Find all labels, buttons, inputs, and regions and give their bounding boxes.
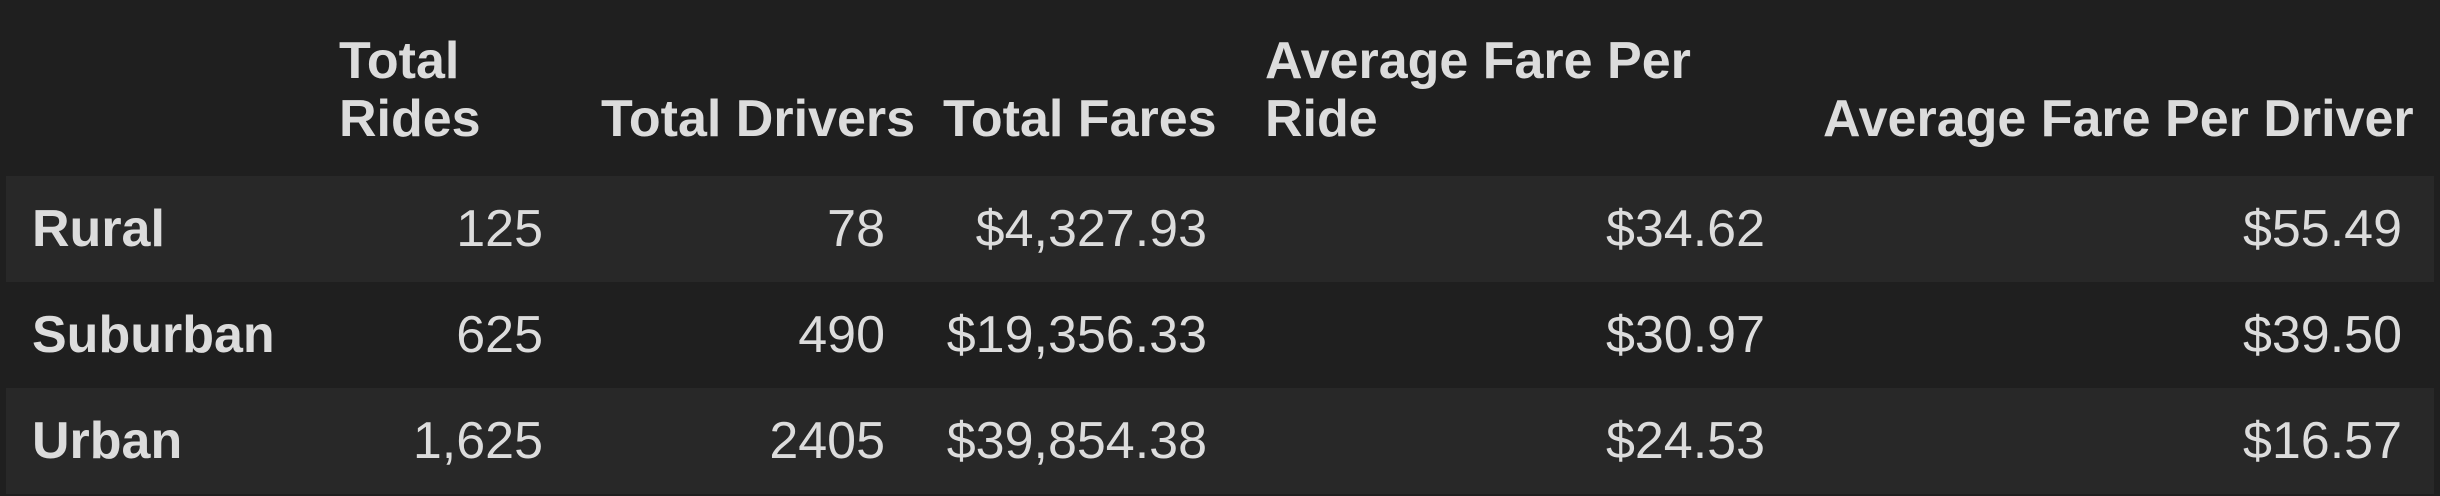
column-header-average-fare-per-ride: Average Fare Per Ride xyxy=(1265,32,1691,148)
column-header-total-fares: Total Fares xyxy=(943,90,1217,148)
cell-total-rides: 1,625 xyxy=(412,412,543,470)
index-header xyxy=(6,6,333,176)
summary-table: Total Rides Total Drivers Total Fares Av… xyxy=(6,6,2434,494)
cell-average-fare-per-ride: $24.53 xyxy=(1605,412,1765,470)
cell-total-fares: $19,356.33 xyxy=(946,306,1207,364)
table-header: Total Rides Total Drivers Total Fares Av… xyxy=(6,6,2434,176)
row-label: Rural xyxy=(32,200,165,258)
cell-total-rides: 125 xyxy=(456,200,543,258)
cell-total-fares: $39,854.38 xyxy=(946,412,1207,470)
column-header-total-rides: Total Rides xyxy=(339,32,481,148)
cell-total-rides: 625 xyxy=(456,306,543,364)
cell-total-drivers: 2405 xyxy=(769,412,885,470)
cell-average-fare-per-driver: $39.50 xyxy=(2242,306,2402,364)
column-header-total-drivers: Total Drivers xyxy=(601,90,916,148)
table-body: Rural 125 78 $4,327.93 $34.62 $55.49 Sub… xyxy=(6,176,2434,494)
table-container: Total Rides Total Drivers Total Fares Av… xyxy=(0,0,2440,496)
cell-total-drivers: 490 xyxy=(798,306,885,364)
cell-total-fares: $4,327.93 xyxy=(975,200,1207,258)
table-row: Rural 125 78 $4,327.93 $34.62 $55.49 xyxy=(6,176,2434,282)
row-label: Suburban xyxy=(32,306,275,364)
row-label: Urban xyxy=(32,412,183,470)
cell-average-fare-per-driver: $16.57 xyxy=(2242,412,2402,470)
header-row: Total Rides Total Drivers Total Fares Av… xyxy=(6,6,2434,176)
column-header-average-fare-per-driver: Average Fare Per Driver xyxy=(1823,90,2414,148)
cell-average-fare-per-driver: $55.49 xyxy=(2242,200,2402,258)
table-row: Urban 1,625 2405 $39,854.38 $24.53 $16.5… xyxy=(6,388,2434,494)
cell-total-drivers: 78 xyxy=(827,200,885,258)
cell-average-fare-per-ride: $30.97 xyxy=(1605,306,1765,364)
table-row: Suburban 625 490 $19,356.33 $30.97 $39.5… xyxy=(6,282,2434,388)
cell-average-fare-per-ride: $34.62 xyxy=(1605,200,1765,258)
